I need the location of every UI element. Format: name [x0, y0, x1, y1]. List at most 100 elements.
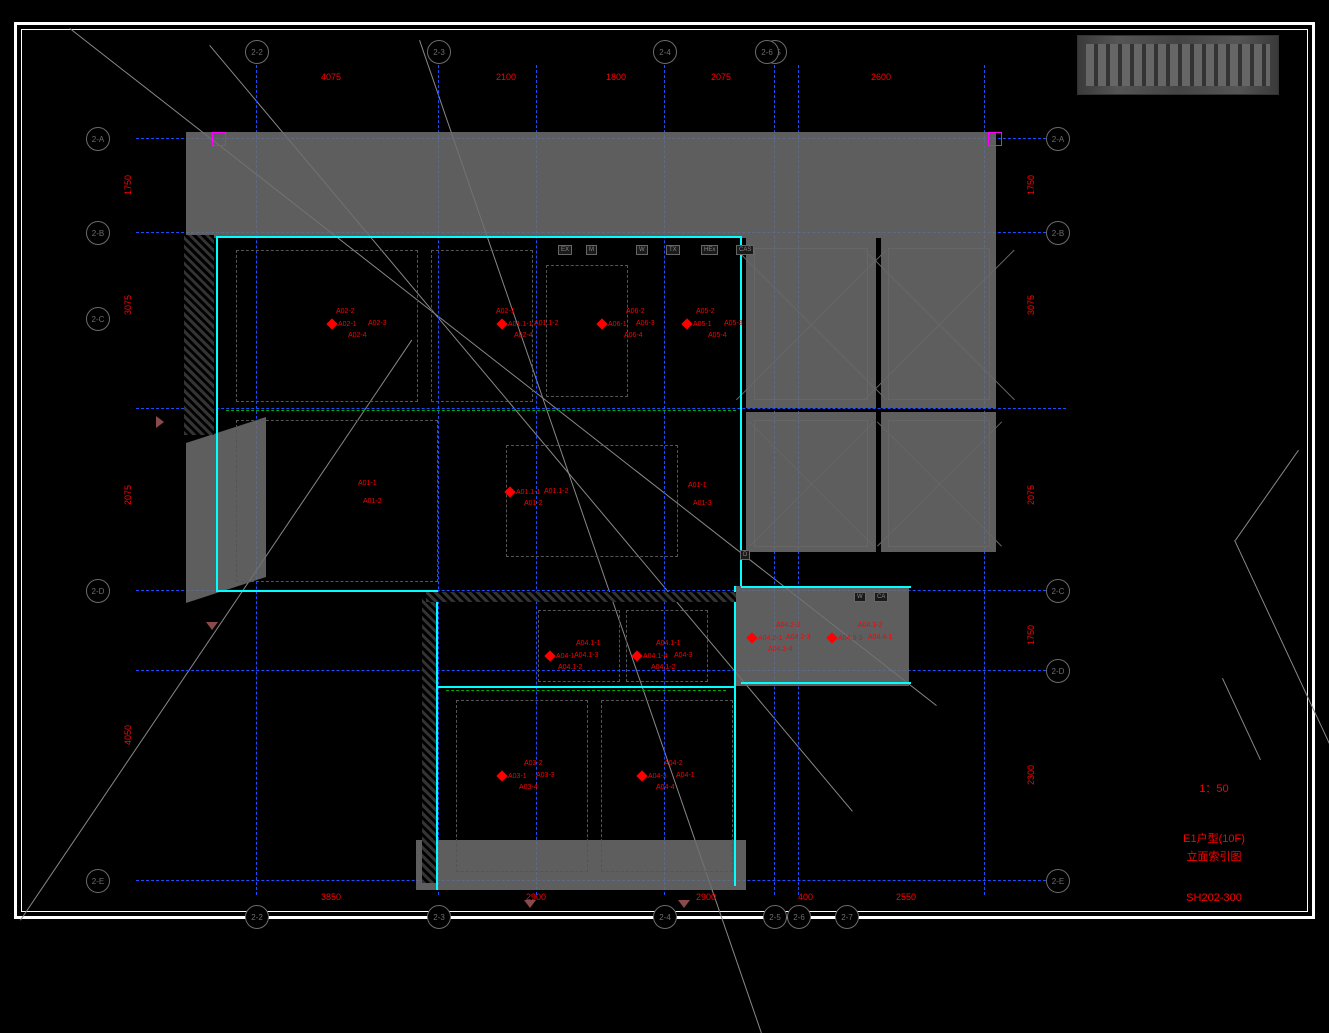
- elevation-marker: A01-2: [524, 500, 543, 507]
- elevation-marker: A05-3: [724, 320, 743, 327]
- elevation-marker: A02-4: [348, 332, 367, 339]
- equipment-tag: W: [636, 245, 648, 255]
- drawing-scale: 1：50: [1139, 780, 1289, 796]
- cyan-trim: [436, 686, 736, 688]
- equipment-tag: EX: [558, 245, 572, 255]
- elevation-marker: A02-2: [336, 308, 355, 315]
- elevation-marker: A03-4: [519, 784, 538, 791]
- elevation-marker: A02-1: [496, 308, 515, 315]
- grid-bubble: 2-B: [86, 221, 110, 245]
- cyan-trim: [216, 236, 741, 238]
- elevation-marker: A04-4: [656, 784, 675, 791]
- elevation-marker: A04.4-1: [868, 634, 893, 641]
- grid-bubble: 2-E: [1046, 869, 1070, 893]
- cyan-trim: [216, 590, 436, 592]
- grid-bubble: 2-4: [653, 905, 677, 929]
- elevation-marker: A06-1: [596, 320, 627, 328]
- equipment-tag: W: [854, 592, 866, 602]
- dimension-text: 2900: [696, 892, 716, 902]
- drawing-title-2: 立面索引图: [1139, 848, 1289, 864]
- elevation-marker: A02-1: [326, 320, 357, 328]
- balcony-slab: [186, 132, 996, 238]
- drawing-title-1: E1户型(10F): [1139, 830, 1289, 846]
- elevation-marker: A04-3: [674, 652, 693, 659]
- grid-bubble: 2-6: [787, 905, 811, 929]
- dimension-text: 2300: [1026, 765, 1036, 785]
- section-arrow-icon: [678, 900, 690, 908]
- elevation-marker: A02-4: [514, 332, 533, 339]
- elevation-marker: A04.2-4: [768, 646, 793, 653]
- elevation-marker: A04.3-3: [826, 634, 863, 642]
- elevation-marker: A04.1-2: [651, 664, 676, 671]
- dimension-text: 400: [798, 892, 813, 902]
- elevation-marker: A01-3: [693, 500, 712, 507]
- dimension-text: 3850: [321, 892, 341, 902]
- cyan-trim: [734, 586, 736, 886]
- grid-bubble: 2-4: [653, 40, 677, 64]
- living-furn: [236, 420, 438, 582]
- grid-bubble: 2-3: [427, 905, 451, 929]
- elevation-marker: A04-1: [544, 652, 575, 660]
- elevator-shaft-icon: [754, 248, 868, 400]
- cyan-trim: [741, 586, 911, 588]
- cyan-trim: [436, 590, 438, 890]
- elevation-marker: A05-1: [681, 320, 712, 328]
- elevation-marker: A04.2-3: [786, 634, 811, 641]
- grid-bubble: 2-A: [86, 127, 110, 151]
- cad-viewport[interactable]: 1：50 E1户型(10F) 立面索引图 SH202-300: [0, 0, 1329, 941]
- grid-bubble: 2-2: [245, 40, 269, 64]
- elevation-marker: A01.1-1: [504, 488, 541, 496]
- elevation-marker: A01-1: [358, 480, 377, 487]
- section-arrow-icon: [156, 416, 164, 428]
- elevation-marker: A04-2: [664, 760, 683, 767]
- grid-line-h: [136, 408, 1066, 409]
- elevation-marker: A02-3: [368, 320, 387, 327]
- elevation-marker: A06-2: [626, 308, 645, 315]
- bath-furn: [546, 265, 628, 397]
- elevation-marker: A04.2-1: [746, 634, 783, 642]
- grid-bubble: 2-B: [1046, 221, 1070, 245]
- ceiling-line: [446, 690, 726, 691]
- section-arrow-icon: [206, 622, 218, 630]
- sheet-number: SH202-300: [1139, 892, 1289, 904]
- grid-bubble: 2-A: [1046, 127, 1070, 151]
- elevation-marker: A04.3-2: [858, 622, 883, 629]
- cyan-trim: [216, 236, 218, 592]
- elevation-marker: A04.1-1: [656, 640, 681, 647]
- dimension-text: 2075: [711, 72, 731, 82]
- equipment-tag: TX: [666, 245, 680, 255]
- dimension-text: 1800: [606, 72, 626, 82]
- elevator-shaft-icon: [754, 420, 868, 547]
- dimension-text: 1750: [1026, 625, 1036, 645]
- grid-bubble: 2-C: [1046, 579, 1070, 603]
- elevation-marker: A03-1: [496, 772, 527, 780]
- dimension-text: 2100: [496, 72, 516, 82]
- elevation-marker: A04.2-2: [776, 622, 801, 629]
- elevation-marker: A04.1-1: [576, 640, 601, 647]
- ceiling-line: [226, 410, 736, 411]
- elevation-marker: A01.1-1: [496, 320, 533, 328]
- equipment-tag: M: [586, 245, 597, 255]
- elevation-marker: A01-2: [363, 498, 382, 505]
- elevation-marker: A05-4: [708, 332, 727, 339]
- dimension-text: 2075: [123, 485, 133, 505]
- dimension-text: 1750: [123, 175, 133, 195]
- elevation-marker: A06-3: [636, 320, 655, 327]
- equipment-tag: HEx: [701, 245, 718, 255]
- grid-bubble: 2-D: [1046, 659, 1070, 683]
- wall-hatch: [422, 598, 436, 883]
- column-marker: [212, 132, 226, 146]
- floor-plan[interactable]: 2-22-32-42-52-6 2-22-32-42-52-62-7 2-A2-…: [126, 50, 1076, 910]
- dimension-text: 2075: [1026, 485, 1036, 505]
- elevation-marker: A04.1-3: [574, 652, 599, 659]
- dimension-text: 2550: [896, 892, 916, 902]
- elevation-marker: A06-4: [624, 332, 643, 339]
- column-marker: [988, 132, 1002, 146]
- grid-bubble: 2-C: [86, 307, 110, 331]
- cyan-trim: [740, 236, 742, 586]
- elevation-marker: A04.1-4: [631, 652, 668, 660]
- elevator-shaft-icon: [888, 420, 990, 547]
- equipment-tag: D: [740, 550, 750, 560]
- dimension-text: 4050: [123, 725, 133, 745]
- elevation-marker: A04.1-2: [558, 664, 583, 671]
